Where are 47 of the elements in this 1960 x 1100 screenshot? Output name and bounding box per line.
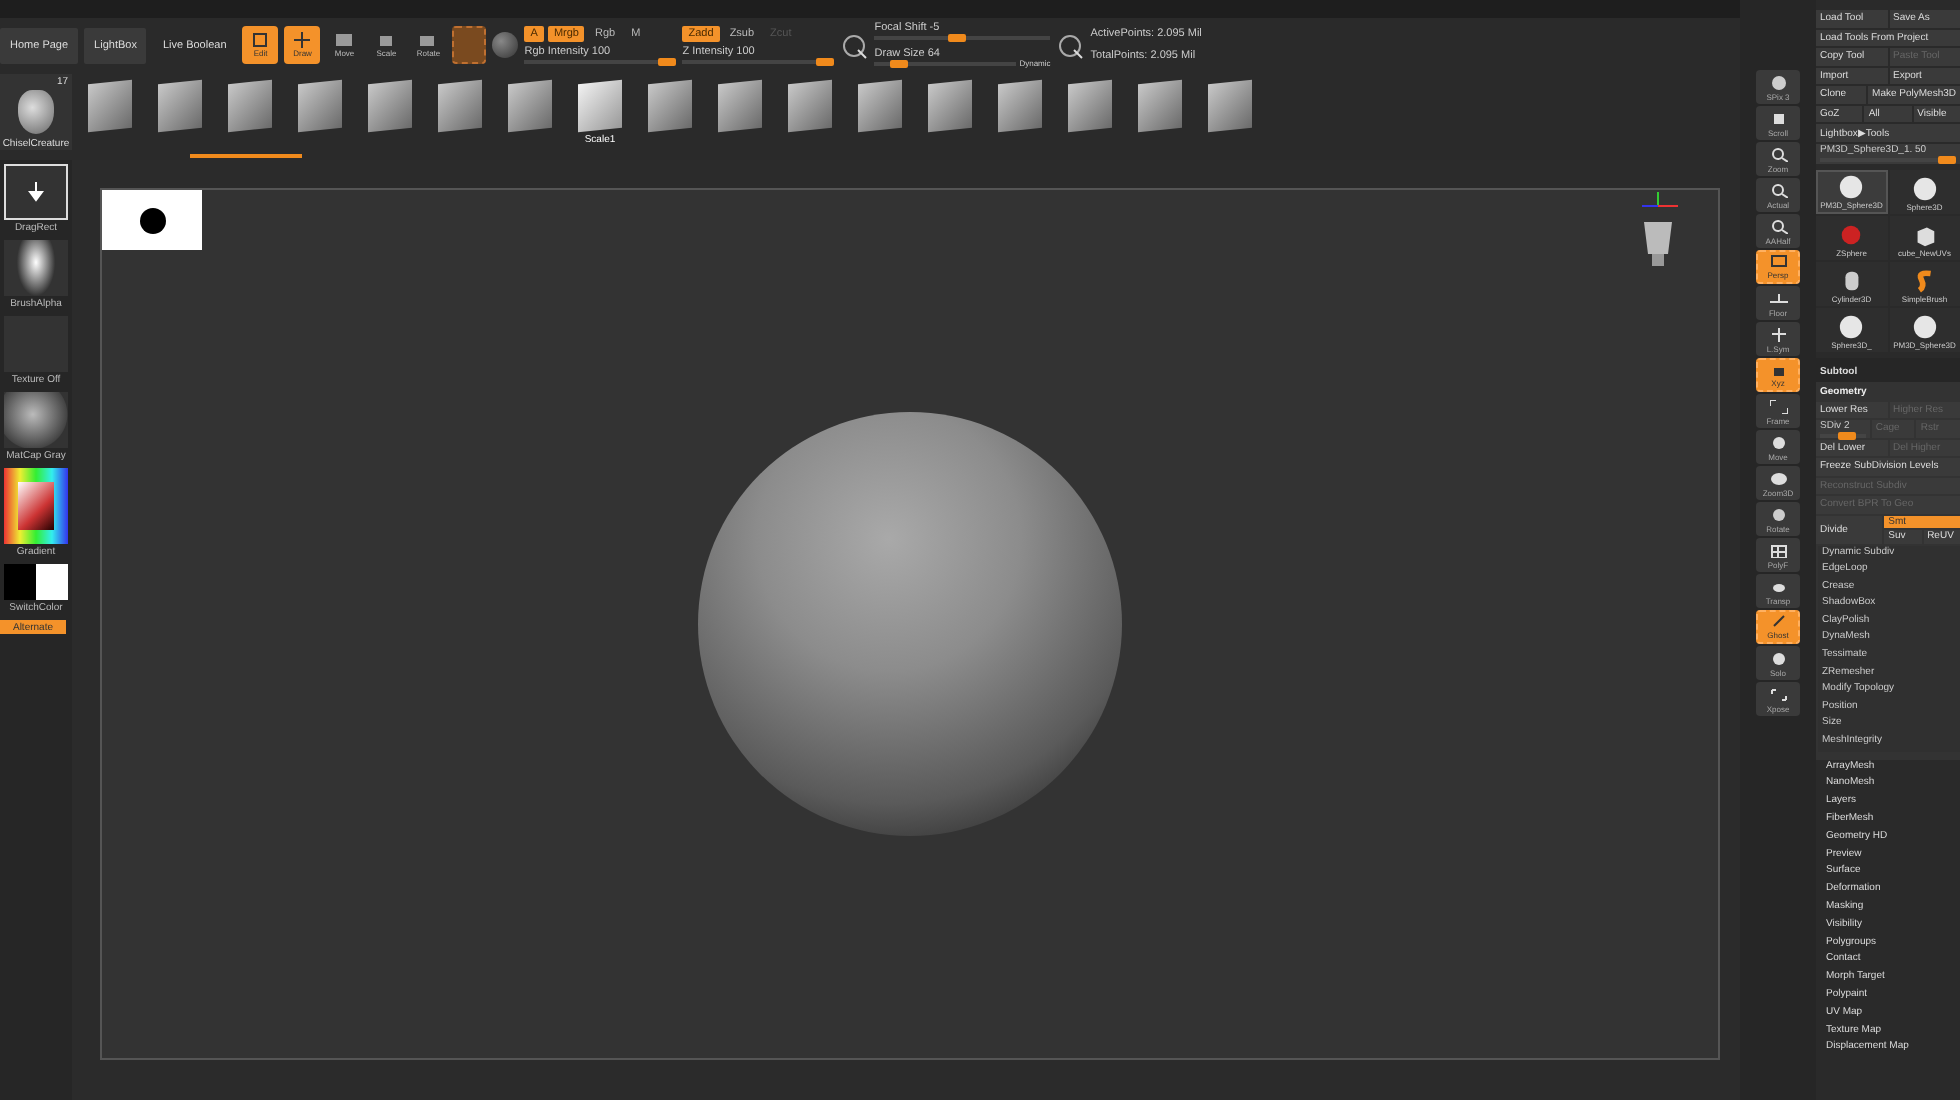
sphere-icon[interactable] [492, 32, 519, 58]
color-picker[interactable] [4, 468, 68, 544]
brush-preview [158, 79, 202, 133]
zoom-icon [1769, 148, 1787, 162]
brush-preview [788, 79, 832, 133]
dot-icon [139, 207, 165, 233]
brush-preview [1138, 79, 1182, 133]
sphere-icon [1911, 313, 1938, 339]
canvas[interactable] [100, 188, 1720, 1060]
brush-preview [648, 79, 692, 133]
floor-icon [1769, 292, 1787, 306]
brush-preview [368, 79, 412, 133]
brush-preview [298, 79, 342, 133]
brush-preview [1068, 79, 1112, 133]
brush-preview [858, 79, 902, 133]
slider-thumb[interactable] [1938, 155, 1956, 163]
polyf-icon [1769, 544, 1787, 558]
slider-thumb[interactable] [1837, 432, 1856, 440]
alpha-preview[interactable] [4, 240, 68, 296]
slider-thumb[interactable] [816, 57, 835, 65]
material-preview[interactable] [4, 392, 68, 448]
arrow-icon [28, 182, 44, 202]
zsphere-icon [1838, 221, 1865, 247]
brush-preview [438, 79, 482, 133]
creature-thumbnail [18, 90, 54, 134]
brush-preview [718, 79, 762, 133]
brush-preview [998, 79, 1042, 133]
stroke-preview[interactable] [4, 164, 68, 220]
brush-preview [1208, 79, 1252, 133]
zoom-icon [1769, 220, 1787, 234]
scrollbar-thumb[interactable] [190, 154, 302, 158]
primary-color-swatch[interactable] [4, 564, 36, 600]
secondary-color-swatch[interactable] [36, 564, 68, 600]
slider-thumb[interactable] [889, 60, 908, 68]
slider-thumb[interactable] [658, 57, 677, 65]
sphere-icon [1838, 313, 1865, 339]
sphere-icon [1838, 173, 1865, 199]
sphere-icon [1911, 175, 1938, 201]
brush-preview [578, 79, 622, 133]
zoom-icon [1769, 184, 1787, 198]
material-swatch[interactable] [452, 26, 487, 64]
slider-track[interactable] [1820, 432, 1866, 437]
brush-preview [228, 79, 272, 133]
brush-preview [88, 79, 132, 133]
brush-preview [928, 79, 972, 133]
slider-thumb[interactable] [948, 34, 967, 42]
brush-preview [508, 79, 552, 133]
